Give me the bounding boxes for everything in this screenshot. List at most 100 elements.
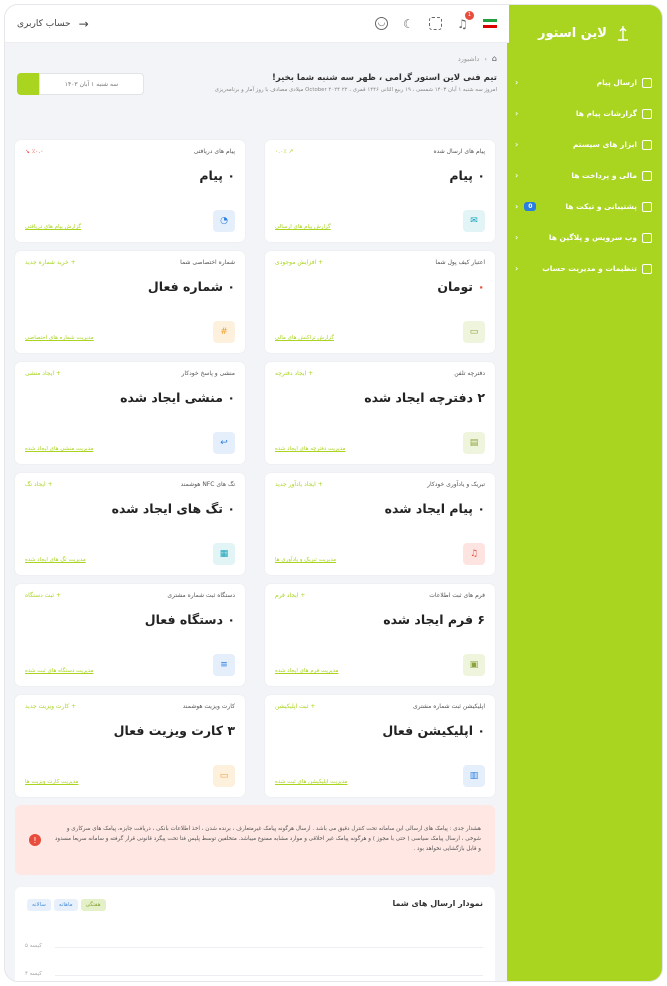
- card-icon: ▭: [213, 765, 235, 787]
- menu-item-icon: [642, 170, 652, 181]
- back-arrow-icon[interactable]: →: [79, 17, 89, 31]
- chevron-left-icon: ‹: [515, 264, 519, 273]
- sidebar-item-label: ارسال پیام: [596, 78, 637, 87]
- topbar: ◡ ☾ ♫ 1 → حساب کاربری: [5, 5, 509, 43]
- card-action[interactable]: + ثبت اپلیکیشن: [275, 703, 315, 710]
- card-action[interactable]: ↗ ۰.۰٪: [275, 148, 294, 155]
- card-link[interactable]: مدیریت اپلیکیشن های ثبت شده: [275, 779, 348, 785]
- card-link[interactable]: مدیریت شماره های اختصاصی: [25, 335, 94, 341]
- card-value: تومان: [437, 279, 473, 294]
- sidebar-item[interactable]: ابزار های سیستم ‹: [507, 129, 662, 160]
- card-value-wrap: ۰ پیام: [25, 168, 235, 183]
- card-value: ۰ دستگاه فعال: [144, 612, 235, 627]
- chevron-left-icon: ‹: [515, 109, 519, 118]
- y-axis-label: کیسه ۴: [25, 971, 42, 977]
- device-icon: ≡: [213, 654, 235, 676]
- sidebar-item-label: گزارشات پیام ها: [575, 109, 637, 118]
- chart-title: نمودار ارسال های شما: [392, 899, 483, 908]
- sidebar-nav: ارسال پیام ‹ گزارشات پیام ها ‹ ابزار های سیس…: [507, 61, 662, 284]
- menu-item-icon: [642, 108, 652, 119]
- card-link[interactable]: مدیریت دستگاه های ثبت شده: [25, 668, 93, 674]
- menu-item-icon: [642, 77, 652, 88]
- sidebar-item[interactable]: ارسال پیام ‹: [507, 67, 662, 98]
- y-axis-label: کیسه ۵: [25, 943, 42, 949]
- sidebar-item[interactable]: پشتیبانی و تیکت ها 0 ‹: [507, 191, 662, 222]
- card-title: تگ های NFC هوشمند: [180, 481, 235, 488]
- bell-icon[interactable]: ♫ 1: [456, 11, 474, 30]
- home-icon[interactable]: ⌂: [492, 54, 497, 63]
- card-action[interactable]: ٪۰.۰ ↘: [25, 148, 44, 155]
- sidebar-item-label: وب سرویس و پلاگین ها: [548, 233, 637, 242]
- chart-tab[interactable]: سالانه: [27, 899, 51, 911]
- breadcrumb-current: داشبورد: [457, 54, 480, 63]
- bell-icon: ♫: [463, 543, 485, 565]
- grid-line: [55, 947, 483, 948]
- card-value-wrap: ۰ پیام: [275, 168, 485, 183]
- card-link[interactable]: مدیریت دفترچه های ایجاد شده: [275, 446, 345, 452]
- sidebar-item[interactable]: وب سرویس و پلاگین ها ‹: [507, 222, 662, 253]
- sidebar-item[interactable]: مالی و پرداخت ها ‹: [507, 160, 662, 191]
- calendar-icon[interactable]: [17, 73, 39, 95]
- card-value-wrap: ۰ اپلیکیشن فعال: [275, 723, 485, 738]
- sidebar-item[interactable]: گزارشات پیام ها ‹: [507, 98, 662, 129]
- chevron-left-icon: ‹: [515, 202, 519, 211]
- card-value-wrap: ۲ دفترچه ایجاد شده: [275, 390, 485, 405]
- card-action[interactable]: + ایجاد یادآور جدید: [275, 481, 323, 488]
- card-title: اپلیکیشن ثبت شماره مشتری: [412, 703, 485, 710]
- card-action[interactable]: + ایجاد تگ: [25, 481, 53, 488]
- welcome-title: تیم فنی لاین استور گرامی ، ظهر سه شنبه ش…: [272, 73, 497, 83]
- card-action[interactable]: + افزایش موجودی: [275, 259, 323, 266]
- card-value: ۰ منشی ایجاد شده: [120, 390, 235, 405]
- chart-tab[interactable]: هفتگی: [80, 899, 106, 911]
- chevron-left-icon: ‹: [515, 140, 519, 149]
- card-action[interactable]: + ثبت دستگاه: [25, 592, 61, 599]
- card-link[interactable]: مدیریت تبریک و یادآوری ها: [275, 557, 336, 563]
- card-value: ۰ پیام ایجاد شده: [384, 501, 485, 516]
- card-value: ۳ کارت ویزیت فعال: [113, 723, 235, 738]
- notification-badge: 1: [465, 11, 474, 20]
- card-action[interactable]: + ایجاد دفترچه: [275, 370, 313, 377]
- iran-flag-icon[interactable]: [483, 18, 497, 29]
- warning-alert: هشدار جدی : پیامک های ارسالی این سامانه …: [15, 805, 495, 875]
- stat-card: دفترچه تلفن + ایجاد دفترچه ۲ دفترچه ایجاد …: [265, 362, 495, 464]
- date-display: سه شنبه ۱ آبان ۱۴۰۳: [39, 73, 144, 95]
- card-action[interactable]: + ایجاد فرم: [275, 592, 305, 599]
- app-icon: ▥: [463, 765, 485, 787]
- hash-icon: #: [213, 321, 235, 343]
- card-link[interactable]: مدیریت کارت ویزیت ها: [25, 779, 78, 785]
- card-link[interactable]: مدیریت تگ های ایجاد شده: [25, 557, 86, 563]
- chart-tabs: سالانه ماهانه هفتگی: [27, 899, 106, 911]
- fullscreen-icon[interactable]: [429, 17, 442, 30]
- card-link[interactable]: گزارش پیام های ارسالی: [275, 224, 331, 230]
- logo-icon: [617, 26, 628, 41]
- card-title: منشی و پاسخ خودکار: [181, 370, 235, 377]
- app-window: لاین استور ارسال پیام ‹ گزارشات پیام ها ‹ اب…: [4, 4, 663, 982]
- card-value-wrap: ۰ شماره فعال: [25, 279, 235, 294]
- moon-icon[interactable]: ☾: [402, 17, 415, 30]
- chart-tab[interactable]: ماهانه: [53, 899, 78, 911]
- card-link[interactable]: گزارش تراکنش های مالی: [275, 335, 334, 341]
- card-value: ۶ فرم ایجاد شده: [383, 612, 485, 627]
- topbar-tools: ◡ ☾ ♫ 1: [375, 11, 497, 30]
- card-title: دفترچه تلفن: [454, 370, 485, 377]
- card-title: دستگاه ثبت شماره مشتری: [167, 592, 235, 599]
- chevron-left-icon: ‹: [515, 171, 519, 180]
- card-action[interactable]: + کارت ویزیت جدید: [25, 703, 76, 710]
- card-action[interactable]: + ایجاد منشی: [25, 370, 61, 377]
- stat-card: اپلیکیشن ثبت شماره مشتری + ثبت اپلیکیشن ۰ …: [265, 695, 495, 797]
- card-value-wrap: ۰ پیام ایجاد شده: [275, 501, 485, 516]
- sidebar-item[interactable]: تنظیمات و مدیریت حساب ‹: [507, 253, 662, 284]
- card-action[interactable]: + خرید شماره جدید: [25, 259, 76, 266]
- brand-name: لاین استور: [538, 25, 607, 41]
- grid-line: [55, 975, 483, 976]
- brand[interactable]: لاین استور: [507, 5, 662, 61]
- card-link[interactable]: مدیریت فرم های ایجاد شده: [275, 668, 338, 674]
- breadcrumb-sep: ‹: [484, 54, 487, 63]
- card-value: ۰ تگ های ایجاد شده: [111, 501, 235, 516]
- card-value-wrap: ۰ تومان: [275, 279, 485, 294]
- card-link[interactable]: مدیریت منشی های ایجاد شده: [25, 446, 93, 452]
- stat-card: تبریک و یادآوری خودکار + ایجاد یادآور جدی…: [265, 473, 495, 575]
- user-icon[interactable]: ◡: [375, 17, 388, 30]
- card-link[interactable]: گزارش پیام های دریافتی: [25, 224, 81, 230]
- alert-icon: !: [29, 834, 41, 846]
